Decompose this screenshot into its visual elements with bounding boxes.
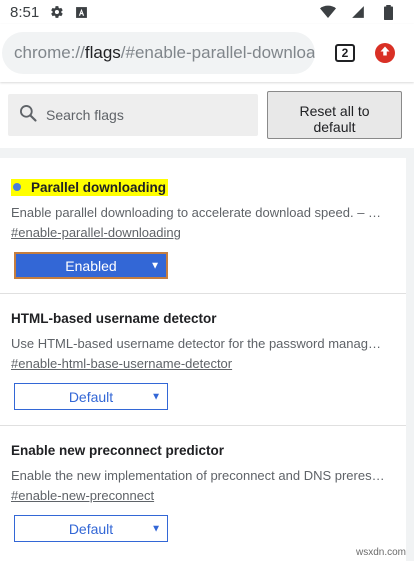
battery-icon [380,4,396,20]
signal-icon [350,4,366,20]
tab-switcher-button[interactable]: 2 [335,44,355,62]
experiment-permalink[interactable]: #enable-html-base-username-detector [11,356,232,371]
experiment-permalink[interactable]: #enable-parallel-downloading [11,225,181,240]
experiment-title: Parallel downloading [11,179,169,196]
experiments-list: Parallel downloading Enable parallel dow… [0,148,414,561]
experiment-description: Use HTML-based username detector for the… [11,336,381,351]
experiment-title-text: Parallel downloading [31,180,167,195]
experiment-html-username-detector: HTML-based username detector Use HTML-ba… [0,294,406,426]
modified-dot-icon [13,183,21,191]
browser-toolbar: chrome://flags/#enable-parallel-download… [0,24,414,82]
up-arrow-icon [379,44,391,62]
search-box[interactable] [8,94,258,136]
select-value: Default [68,520,114,537]
status-bar: 8:51 [0,0,414,24]
wifi-icon [320,4,336,20]
experiment-new-preconnect: Enable new preconnect predictor Enable t… [0,426,406,561]
gear-icon [49,4,65,20]
url-host: flags [84,43,121,62]
flags-header: Reset all to default [0,82,414,148]
update-button[interactable] [375,43,395,63]
url-bar[interactable]: chrome://flags/#enable-parallel-download… [2,32,315,74]
dropdown-caret-icon: ▼ [151,523,161,534]
experiment-parallel-downloading: Parallel downloading Enable parallel dow… [0,158,406,294]
url-path: /#enable-parallel-downloading [120,43,315,62]
search-input[interactable] [46,107,236,123]
select-value: Enabled [65,257,117,274]
reset-all-button[interactable]: Reset all to default [267,91,402,139]
reset-label-line1: Reset all to [299,102,370,119]
text-icon [73,4,89,20]
select-value: Default [68,388,114,405]
experiment-select[interactable]: Default ▼ [14,383,168,410]
url-scheme: chrome:// [14,43,85,62]
experiment-title: HTML-based username detector [11,311,217,326]
experiment-select[interactable]: Enabled ▼ [14,252,168,279]
experiment-description: Enable parallel downloading to accelerat… [11,205,382,220]
status-time: 8:51 [10,3,40,21]
tab-count: 2 [341,46,349,60]
experiment-title: Enable new preconnect predictor [11,443,225,458]
dropdown-caret-icon: ▼ [150,260,160,271]
experiment-select[interactable]: Default ▼ [14,515,168,542]
experiment-description: Enable the new implementation of preconn… [11,468,385,483]
reset-label-line2: default [313,118,356,135]
dropdown-caret-icon: ▼ [151,391,161,402]
experiment-permalink[interactable]: #enable-new-preconnect [11,488,154,503]
watermark: wsxdn.com [355,547,406,558]
search-icon [18,103,38,128]
